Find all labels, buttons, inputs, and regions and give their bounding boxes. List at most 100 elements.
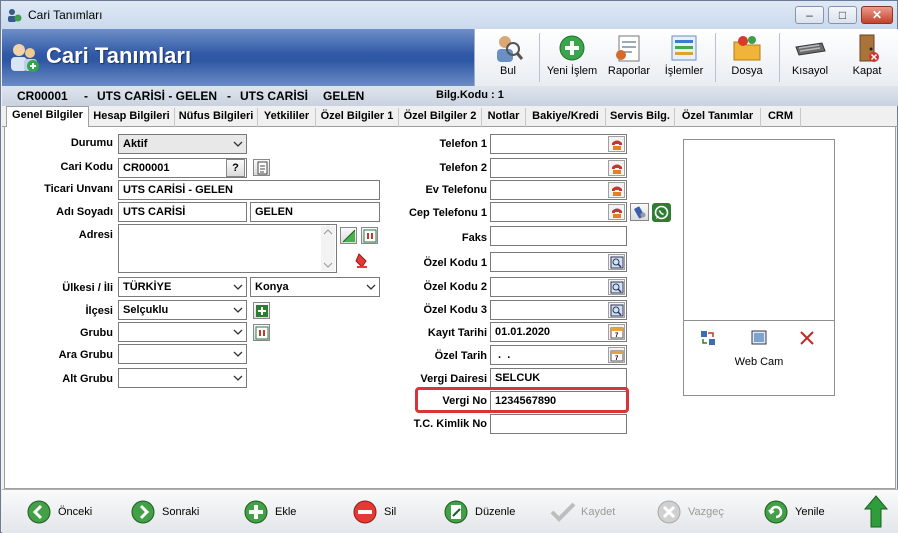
durumu-select[interactable]: Aktif (118, 134, 247, 154)
ozel-tarih-calendar-button[interactable]: 7 (608, 347, 625, 363)
tab-notlar[interactable]: Notlar (482, 108, 526, 127)
ozel-kodu3-lookup-button[interactable] (608, 302, 625, 318)
app-icon (8, 9, 22, 22)
faks-field[interactable] (490, 226, 627, 246)
tc-kimlik-label: T.C. Kimlik No (413, 418, 487, 430)
whatsapp-button[interactable] (652, 203, 671, 222)
minimize-button[interactable]: – (795, 6, 824, 24)
kayit-tarihi-field[interactable]: 01.01.2020 7 (490, 322, 627, 342)
kisayol-button[interactable]: Kısayol (783, 29, 837, 86)
vergi-dairesi-field[interactable]: SELCUK (490, 368, 627, 388)
ozel-tarih-field[interactable]: . . 7 (490, 345, 627, 365)
alt-grubu-select[interactable] (118, 368, 247, 388)
tab-ozel-bilgiler-1[interactable]: Özel Bilgiler 1 (316, 108, 399, 127)
tc-kimlik-field[interactable] (490, 414, 627, 434)
dosya-button[interactable]: Dosya (721, 29, 773, 86)
tab-hesap-bilgileri[interactable]: Hesap Bilgileri (89, 108, 175, 127)
adresi-label: Adresi (78, 229, 113, 241)
ozel-kodu2-field[interactable] (490, 277, 627, 297)
sil-button[interactable]: Sil (352, 498, 412, 526)
duzenle-button[interactable]: Düzenle (443, 498, 523, 526)
vazgec-button[interactable]: Vazgeç (656, 498, 736, 526)
ozel-kodu3-field[interactable] (490, 300, 627, 320)
alt-grubu-label: Alt Grubu (62, 373, 113, 385)
ozel-kodu2-lookup-button[interactable] (608, 279, 625, 295)
document-icon (257, 161, 268, 175)
adresi-textarea[interactable] (118, 224, 337, 273)
photo-delete-button[interactable] (798, 329, 816, 347)
grup-list-button[interactable] (253, 324, 270, 341)
cep-telefonu-dial-button[interactable] (608, 204, 625, 220)
ara-grubu-select[interactable] (118, 344, 247, 364)
calendar-icon: 7 (610, 327, 624, 339)
close-button[interactable]: ✕ (861, 6, 893, 24)
bul-button[interactable]: Bul (483, 29, 533, 86)
ozel-kodu1-lookup-button[interactable] (608, 254, 625, 270)
islemler-button[interactable]: İşlemler (659, 29, 709, 86)
maximize-button[interactable]: □ (828, 6, 857, 24)
photo-area[interactable] (684, 140, 834, 321)
telefon1-label: Telefon 1 (439, 138, 487, 150)
photo-panel: Web Cam (683, 139, 835, 396)
adresi-scrollbar[interactable] (321, 226, 335, 271)
ev-telefonu-field[interactable] (490, 180, 627, 200)
faks-label: Faks (461, 232, 487, 244)
ev-telefonu-label: Ev Telefonu (425, 184, 487, 196)
yeni-islem-button[interactable]: Yeni İşlem (545, 29, 599, 86)
grubu-label: Grubu (80, 327, 113, 339)
telefon1-field[interactable] (490, 134, 627, 154)
tab-genel-bilgiler[interactable]: Genel Bilgiler (6, 106, 89, 128)
tab-ozel-bilgiler-2[interactable]: Özel Bilgiler 2 (399, 108, 482, 127)
sonraki-button[interactable]: Sonraki (130, 498, 210, 526)
ilcesi-select[interactable]: Selçuklu (118, 300, 247, 320)
ekle-button[interactable]: Ekle (243, 498, 313, 526)
yenile-button[interactable]: Yenile (763, 498, 843, 526)
webcam-button[interactable]: Web Cam (684, 356, 834, 368)
kapat-button[interactable]: Kapat (841, 29, 893, 86)
scroll-top-button[interactable] (863, 494, 889, 530)
grubu-select[interactable] (118, 322, 247, 342)
adres-delete-button[interactable] (354, 252, 370, 270)
telefon2-field[interactable] (490, 158, 627, 178)
add-icon (244, 500, 268, 524)
report-icon (616, 35, 640, 62)
cari-kodu-help-button[interactable]: ? (226, 159, 245, 177)
edit-icon (444, 500, 468, 524)
ozel-kodu1-field[interactable] (490, 252, 627, 272)
record-surname: GELEN (323, 89, 365, 103)
tab-ozel-tanimlar[interactable]: Özel Tanımlar (675, 108, 761, 127)
tab-crm[interactable]: CRM (761, 108, 801, 127)
raporlar-button[interactable]: Raporlar (603, 29, 655, 86)
kayit-tarihi-label: Kayıt Tarihi (427, 327, 487, 339)
kayit-tarihi-calendar-button[interactable]: 7 (608, 324, 625, 340)
ev-telefonu-dial-button[interactable] (608, 182, 625, 198)
add-icon (256, 305, 268, 317)
onceki-button[interactable]: Önceki (26, 498, 106, 526)
ticari-unvani-field[interactable]: UTS CARİSİ - GELEN (118, 180, 380, 200)
soyadi-field[interactable]: GELEN (250, 202, 380, 222)
photo-view-button[interactable] (750, 329, 768, 347)
photo-load-button[interactable] (699, 329, 717, 347)
ilce-add-button[interactable] (253, 302, 270, 319)
adres-map-button[interactable] (340, 227, 357, 244)
monitor-icon (751, 330, 767, 345)
cep-telefonu-field[interactable] (490, 202, 627, 222)
tab-nufus-bilgileri[interactable]: Nüfus Bilgileri (175, 108, 258, 127)
ulkesi-select[interactable]: TÜRKİYE (118, 277, 247, 297)
adres-list-button[interactable] (361, 227, 378, 244)
arrow-right-icon (131, 500, 155, 524)
cep-telefonu-label: Cep Telefonu 1 (408, 207, 487, 219)
telefon1-dial-button[interactable] (608, 136, 625, 152)
record-title: UTS CARİSİ - GELEN (97, 89, 218, 103)
tab-yetkililer[interactable]: Yetkililer (258, 108, 316, 127)
telefon2-dial-button[interactable] (608, 160, 625, 176)
ili-select[interactable]: Konya (250, 277, 380, 297)
tab-bakiye-kredi[interactable]: Bakiye/Kredi (526, 108, 606, 127)
cari-kodu-doc-button[interactable] (253, 159, 270, 176)
adi-field[interactable]: UTS CARİSİ (118, 202, 247, 222)
kaydet-button[interactable]: Kaydet (549, 498, 629, 526)
tab-servis-bilg[interactable]: Servis Bilg. (606, 108, 675, 127)
adi-soyadi-label: Adı Soyadı (56, 206, 113, 218)
sms-button[interactable] (630, 203, 649, 221)
vergi-no-highlight (415, 387, 629, 413)
